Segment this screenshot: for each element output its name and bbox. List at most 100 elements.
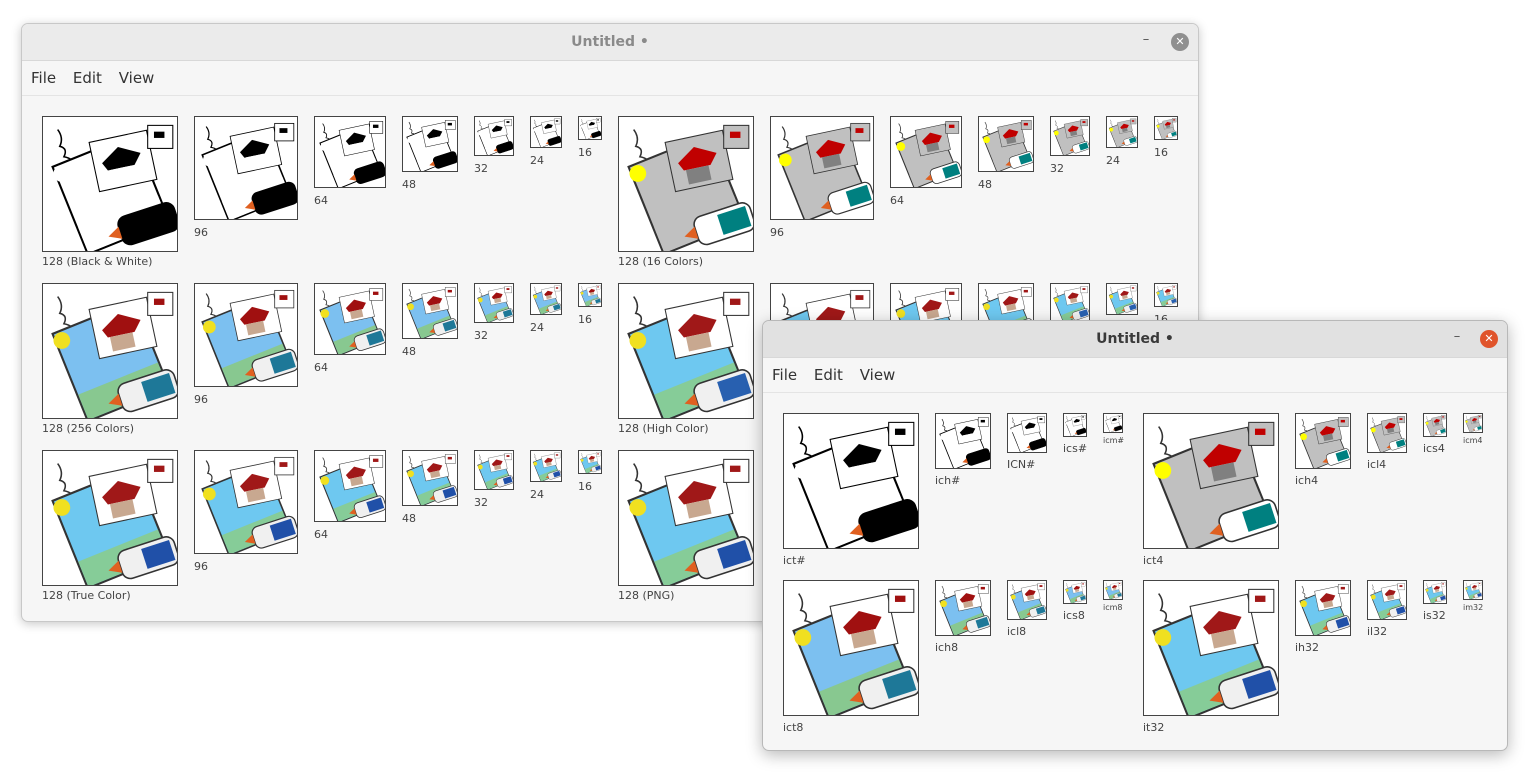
icon-thumbnail[interactable] xyxy=(474,450,514,490)
icon-caption: 16 xyxy=(1154,146,1168,159)
icon-caption: ict4 xyxy=(1143,554,1164,567)
icon-caption: 48 xyxy=(402,345,416,358)
icon-thumbnail[interactable] xyxy=(1367,580,1407,620)
icon-image xyxy=(1008,414,1046,452)
icon-caption: icl8 xyxy=(1007,625,1027,638)
title-bar[interactable]: Untitled • – ✕ xyxy=(22,24,1198,61)
icon-thumbnail[interactable] xyxy=(402,116,458,172)
icon-thumbnail[interactable] xyxy=(1103,580,1123,600)
icon-image xyxy=(403,451,457,505)
icon-image xyxy=(1424,414,1446,436)
icon-thumbnail[interactable] xyxy=(314,283,386,355)
icon-image xyxy=(195,117,297,219)
minimize-icon[interactable]: – xyxy=(1449,330,1465,347)
icon-thumbnail[interactable] xyxy=(578,283,602,307)
menu-edit[interactable]: Edit xyxy=(73,61,102,95)
icon-thumbnail[interactable] xyxy=(42,283,178,419)
icon-caption: ih32 xyxy=(1295,641,1320,654)
icon-thumbnail[interactable] xyxy=(42,116,178,252)
icon-thumbnail[interactable] xyxy=(474,283,514,323)
close-icon[interactable]: ✕ xyxy=(1480,330,1498,348)
icon-thumbnail[interactable] xyxy=(1367,413,1407,453)
icon-thumbnail[interactable] xyxy=(770,116,874,220)
menu-file[interactable]: File xyxy=(31,61,56,95)
icon-caption: 128 (True Color) xyxy=(42,589,131,602)
icon-thumbnail[interactable] xyxy=(1007,413,1047,453)
minimize-icon[interactable]: – xyxy=(1138,33,1154,50)
title-bar[interactable]: Untitled • – ✕ xyxy=(763,321,1507,358)
icon-thumbnail[interactable] xyxy=(194,450,298,554)
icon-image xyxy=(1144,581,1278,715)
icon-thumbnail[interactable] xyxy=(1106,283,1138,315)
icon-thumbnail[interactable] xyxy=(402,450,458,506)
window-title: Untitled • xyxy=(571,34,649,50)
icon-thumbnail[interactable] xyxy=(1154,283,1178,307)
icon-thumbnail[interactable] xyxy=(530,283,562,315)
icon-thumbnail[interactable] xyxy=(1154,116,1178,140)
icon-thumbnail[interactable] xyxy=(578,450,602,474)
menu-bar: File Edit View xyxy=(22,61,1198,96)
icon-caption: 64 xyxy=(314,194,328,207)
icon-thumbnail[interactable] xyxy=(530,450,562,482)
icon-caption: 24 xyxy=(530,321,544,334)
icon-thumbnail[interactable] xyxy=(618,450,754,586)
icon-thumbnail[interactable] xyxy=(194,283,298,387)
icon-thumbnail[interactable] xyxy=(1423,580,1447,604)
icon-caption: 96 xyxy=(194,393,208,406)
icon-caption: ich# xyxy=(935,474,961,487)
icon-caption: im32 xyxy=(1463,603,1484,612)
icon-thumbnail[interactable] xyxy=(618,283,754,419)
icon-thumbnail[interactable] xyxy=(1295,413,1351,469)
close-icon[interactable]: ✕ xyxy=(1171,33,1189,51)
icon-thumbnail[interactable] xyxy=(1106,116,1138,148)
icon-caption: 24 xyxy=(530,154,544,167)
icon-thumbnail[interactable] xyxy=(890,116,962,188)
icon-thumbnail[interactable] xyxy=(783,413,919,549)
icon-thumbnail[interactable] xyxy=(1143,413,1279,549)
icon-image xyxy=(619,451,753,585)
window-title: Untitled • xyxy=(1096,331,1174,347)
icon-thumbnail[interactable] xyxy=(618,116,754,252)
menu-file[interactable]: File xyxy=(772,358,797,392)
icon-thumbnail[interactable] xyxy=(1143,580,1279,716)
icon-image xyxy=(771,117,873,219)
icon-thumbnail[interactable] xyxy=(402,283,458,339)
icon-image xyxy=(891,117,961,187)
icon-thumbnail[interactable] xyxy=(530,116,562,148)
icon-image xyxy=(1144,414,1278,548)
icon-thumbnail[interactable] xyxy=(1463,413,1483,433)
icon-thumbnail[interactable] xyxy=(1423,413,1447,437)
icon-thumbnail[interactable] xyxy=(578,116,602,140)
icon-thumbnail[interactable] xyxy=(978,116,1034,172)
icon-image xyxy=(1064,581,1086,603)
icon-thumbnail[interactable] xyxy=(1063,413,1087,437)
icon-thumbnail[interactable] xyxy=(1063,580,1087,604)
icon-thumbnail[interactable] xyxy=(783,580,919,716)
icon-thumbnail[interactable] xyxy=(314,450,386,522)
menu-view[interactable]: View xyxy=(860,358,896,392)
icon-thumbnail[interactable] xyxy=(935,580,991,636)
icon-thumbnail[interactable] xyxy=(42,450,178,586)
icon-image xyxy=(1107,117,1137,147)
icon-thumbnail[interactable] xyxy=(474,116,514,156)
icon-caption: 128 (16 Colors) xyxy=(618,255,704,268)
icon-thumbnail[interactable] xyxy=(194,116,298,220)
icon-thumbnail[interactable] xyxy=(935,413,991,469)
menu-edit[interactable]: Edit xyxy=(814,358,843,392)
icon-image xyxy=(579,451,601,473)
icon-caption: ics# xyxy=(1063,442,1088,455)
icon-thumbnail[interactable] xyxy=(1050,283,1090,323)
icon-caption: 96 xyxy=(194,560,208,573)
icon-image xyxy=(1104,581,1122,599)
icon-thumbnail[interactable] xyxy=(314,116,386,188)
icon-thumbnail[interactable] xyxy=(1050,116,1090,156)
icon-caption: 128 (Black & White) xyxy=(42,255,153,268)
icon-thumbnail[interactable] xyxy=(1463,580,1483,600)
icon-thumbnail[interactable] xyxy=(1007,580,1047,620)
icon-image xyxy=(936,414,990,468)
icon-image xyxy=(619,117,753,251)
icon-caption: 96 xyxy=(770,226,784,239)
menu-view[interactable]: View xyxy=(119,61,155,95)
icon-thumbnail[interactable] xyxy=(1103,413,1123,433)
icon-thumbnail[interactable] xyxy=(1295,580,1351,636)
